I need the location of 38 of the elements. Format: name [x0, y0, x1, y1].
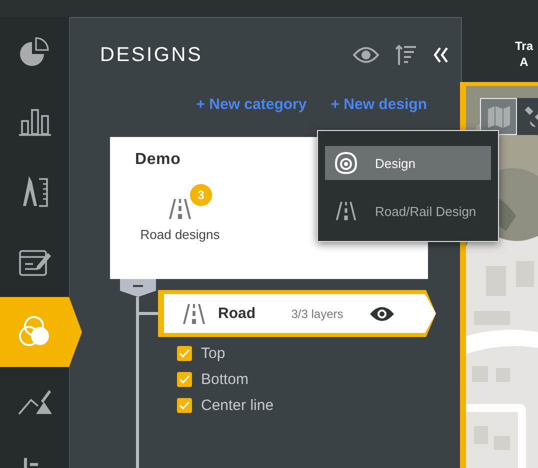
- menu-item[interactable]: Design: [325, 146, 491, 180]
- layer-checkbox[interactable]: Bottom: [177, 371, 436, 388]
- circles-icon: [18, 315, 52, 349]
- collapse-panel-button[interactable]: [433, 47, 449, 63]
- checkbox[interactable]: [177, 398, 192, 413]
- collapse-tab[interactable]: [120, 279, 156, 297]
- panel-title: DESIGNS: [100, 44, 204, 66]
- menu-item[interactable]: Road/Rail Design: [325, 194, 491, 228]
- count-badge: 3: [190, 184, 212, 206]
- folded-map-icon: [486, 104, 510, 128]
- design-tile[interactable]: 3 Road designs: [135, 183, 225, 242]
- checkbox[interactable]: [177, 372, 192, 387]
- bar-chart-icon: [18, 108, 50, 136]
- map-type-button[interactable]: [480, 98, 517, 135]
- contour-icon: [335, 152, 357, 174]
- header-text: A: [518, 54, 530, 70]
- sort-icon: [395, 44, 417, 66]
- category-name: Demo: [135, 151, 181, 169]
- pie-chart-icon: [18, 36, 50, 68]
- eye-icon[interactable]: [370, 306, 394, 322]
- layer-checkbox[interactable]: Top: [177, 345, 436, 362]
- double-chevron-icon: [433, 47, 449, 63]
- terrain-trowel-icon: [18, 388, 52, 416]
- visibility-button[interactable]: [353, 47, 379, 63]
- form-pencil-icon: [18, 248, 50, 276]
- road-icon: [168, 197, 192, 221]
- design-name: Road: [218, 305, 256, 322]
- sidebar-item[interactable]: [0, 297, 82, 367]
- compass-ruler-icon: [20, 176, 48, 208]
- road-icon: [182, 302, 206, 326]
- checkbox[interactable]: [177, 346, 192, 361]
- road-icon: [335, 200, 357, 222]
- layer-checkbox[interactable]: Center line: [177, 397, 436, 414]
- eye-icon: [353, 47, 379, 63]
- header-text: Tra: [514, 38, 534, 54]
- layer-count: 3/3 layers: [290, 306, 344, 320]
- road-layer-group[interactable]: Road 3/3 layers: [158, 290, 436, 337]
- sort-button[interactable]: [395, 44, 417, 66]
